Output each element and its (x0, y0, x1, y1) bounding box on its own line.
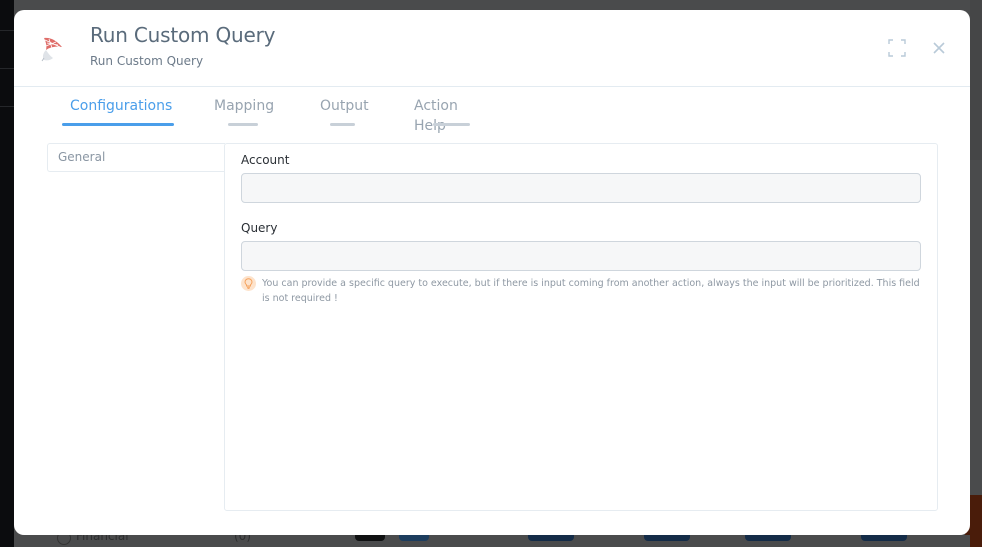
modal-title: Run Custom Query (90, 23, 276, 47)
fullscreen-button[interactable] (887, 38, 907, 58)
background-footer (14, 535, 970, 547)
background-divider (0, 106, 14, 107)
background-button (355, 535, 385, 541)
side-nav-item-general[interactable]: General (58, 150, 105, 164)
background-button (644, 535, 690, 541)
tab-indicator (433, 123, 470, 126)
query-field[interactable] (241, 241, 921, 271)
run-custom-query-modal: Run Custom Query Run Custom Query Config… (14, 10, 970, 535)
background-button (399, 535, 429, 541)
close-icon (933, 42, 945, 54)
tab-label: Action Help (414, 98, 458, 134)
query-hint-text: You can provide a specific query to exec… (262, 278, 920, 304)
background-panel (970, 0, 982, 160)
query-label: Query (241, 221, 278, 235)
tab-output[interactable]: Output (320, 96, 369, 128)
background-divider (0, 30, 14, 31)
fullscreen-icon (888, 39, 906, 57)
modal-header: Run Custom Query Run Custom Query (14, 10, 970, 87)
general-settings-panel: Account Query You can provide a specific… (224, 143, 938, 511)
background-divider (0, 68, 14, 69)
tab-indicator (228, 123, 258, 126)
settings-side-nav: General (47, 143, 225, 172)
tab-configurations[interactable]: Configurations (62, 96, 174, 128)
close-button[interactable] (929, 38, 949, 58)
background-button (861, 535, 907, 541)
tab-indicator (330, 123, 355, 126)
background-button (745, 535, 791, 541)
lightbulb-icon (241, 276, 256, 291)
tab-mapping[interactable]: Mapping (214, 96, 274, 128)
tab-label: Configurations (70, 98, 173, 114)
tab-action-help[interactable]: Action Help (414, 96, 470, 134)
query-hint: You can provide a specific query to exec… (241, 276, 921, 306)
modal-subtitle: Run Custom Query (90, 54, 204, 68)
tab-label: Output (320, 98, 369, 114)
account-field[interactable] (241, 173, 921, 203)
tab-label: Mapping (214, 98, 275, 114)
background-sidebar (0, 0, 14, 547)
sql-server-icon (38, 34, 66, 64)
tab-indicator (62, 123, 174, 126)
background-button (528, 535, 574, 541)
account-label: Account (241, 153, 290, 167)
